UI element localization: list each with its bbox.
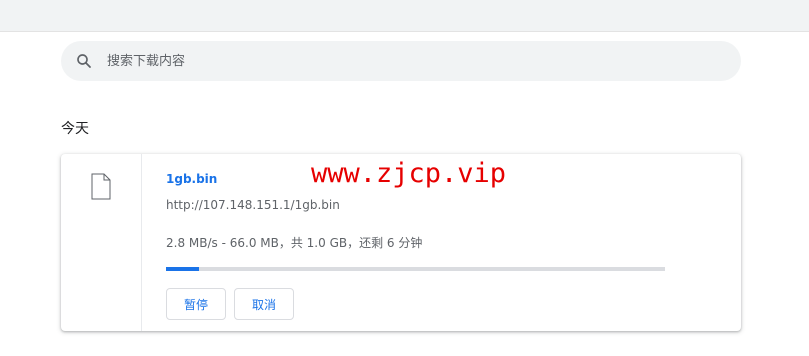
cancel-button[interactable]: 取消 [234,288,294,320]
download-progress-bar [166,267,665,271]
file-icon [91,173,111,200]
pause-button[interactable]: 暂停 [166,288,226,320]
date-header: 今天 [61,121,89,137]
download-icon-column [61,154,142,331]
download-status: 2.8 MB/s - 66.0 MB，共 1.0 GB，还剩 6 分钟 [166,236,423,250]
search-bar[interactable] [61,41,741,81]
download-filename-link[interactable]: 1gb.bin [166,172,217,186]
watermark-text: www.zjcp.vip [311,158,507,189]
download-url[interactable]: http://107.148.151.1/1gb.bin [166,198,340,212]
search-icon [77,54,91,68]
search-input[interactable] [107,41,707,81]
top-bar [0,0,809,32]
download-progress-fill [166,267,199,271]
